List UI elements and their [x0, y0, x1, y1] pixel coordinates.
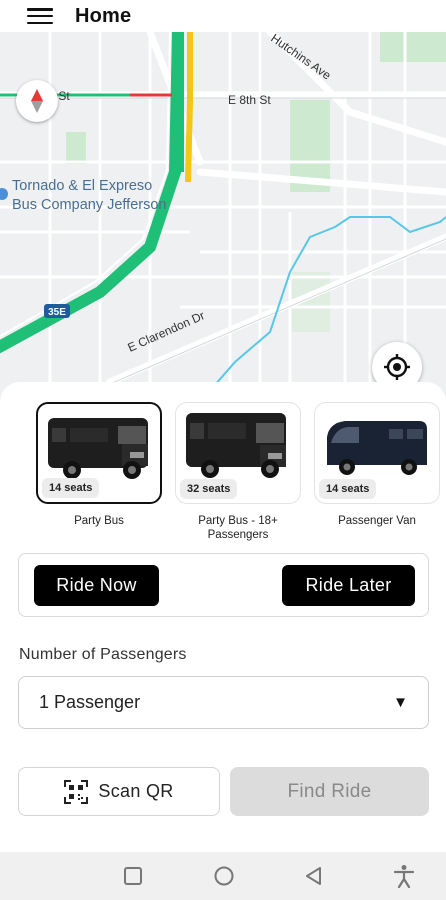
- home-icon[interactable]: [212, 864, 236, 888]
- vehicle-card[interactable]: 32 seats: [175, 402, 301, 504]
- street-label-hutchins: Hutchins Ave: [268, 32, 333, 83]
- passengers-dropdown[interactable]: 1 Passenger ▼: [18, 676, 429, 729]
- booking-sheet: 14 seats Party Bus 32 seats Party Bus - …: [0, 382, 446, 852]
- vehicle-name: Party Bus: [74, 515, 124, 527]
- recent-apps-icon[interactable]: [121, 864, 145, 888]
- park-area: [66, 132, 86, 164]
- find-ride-button[interactable]: Find Ride: [230, 767, 429, 816]
- vehicle-option-party-bus-18[interactable]: 32 seats Party Bus - 18+ Passengers: [175, 402, 301, 542]
- compass-icon[interactable]: [16, 80, 58, 122]
- qr-scan-icon: [64, 779, 89, 804]
- ride-type-selector: Ride Now Ride Later: [18, 553, 429, 617]
- ride-later-button[interactable]: Ride Later: [282, 565, 415, 606]
- passengers-label: Number of Passengers: [19, 646, 187, 663]
- map-canvas: 35E E 8th St E 8th St Hutchins Ave E Cla…: [0, 32, 446, 402]
- page-title: Home: [75, 4, 132, 27]
- street-label-e8th-right: E 8th St: [228, 93, 271, 107]
- vehicle-option-passenger-van[interactable]: 14 seats Passenger Van: [314, 402, 440, 528]
- system-nav-bar: [0, 852, 446, 900]
- vehicle-option-party-bus[interactable]: 14 seats Party Bus: [36, 402, 162, 528]
- app-header: Home: [0, 0, 446, 32]
- seats-badge: 32 seats: [180, 479, 238, 499]
- seats-badge: 14 seats: [319, 479, 377, 499]
- scan-qr-label: Scan QR: [98, 781, 174, 801]
- vehicle-list[interactable]: 14 seats Party Bus 32 seats Party Bus - …: [0, 402, 446, 552]
- map-view[interactable]: 35E E 8th St E 8th St Hutchins Ave E Cla…: [0, 32, 446, 402]
- vehicle-card[interactable]: 14 seats: [314, 402, 440, 504]
- park-area: [380, 32, 446, 62]
- vehicle-card[interactable]: 14 seats: [36, 402, 162, 504]
- accessibility-icon[interactable]: [392, 864, 416, 888]
- passengers-selected-value: 1 Passenger: [39, 692, 141, 712]
- hamburger-menu-icon[interactable]: [27, 6, 53, 26]
- seats-badge: 14 seats: [42, 478, 100, 498]
- poi-label-line2[interactable]: Bus Company Jefferson: [12, 197, 166, 213]
- vehicle-name: Passenger Van: [338, 515, 416, 527]
- ride-now-button[interactable]: Ride Now: [34, 565, 159, 606]
- back-icon[interactable]: [302, 864, 326, 888]
- dropdown-arrow-icon: ▼: [393, 694, 408, 711]
- poi-label-line1[interactable]: Tornado & El Expreso: [12, 178, 152, 194]
- scan-qr-button[interactable]: Scan QR: [18, 767, 220, 816]
- vehicle-name: Party Bus - 18+ Passengers: [198, 515, 278, 541]
- highway-shield-label: 35E: [48, 307, 66, 318]
- poi-bus-icon[interactable]: [0, 188, 8, 200]
